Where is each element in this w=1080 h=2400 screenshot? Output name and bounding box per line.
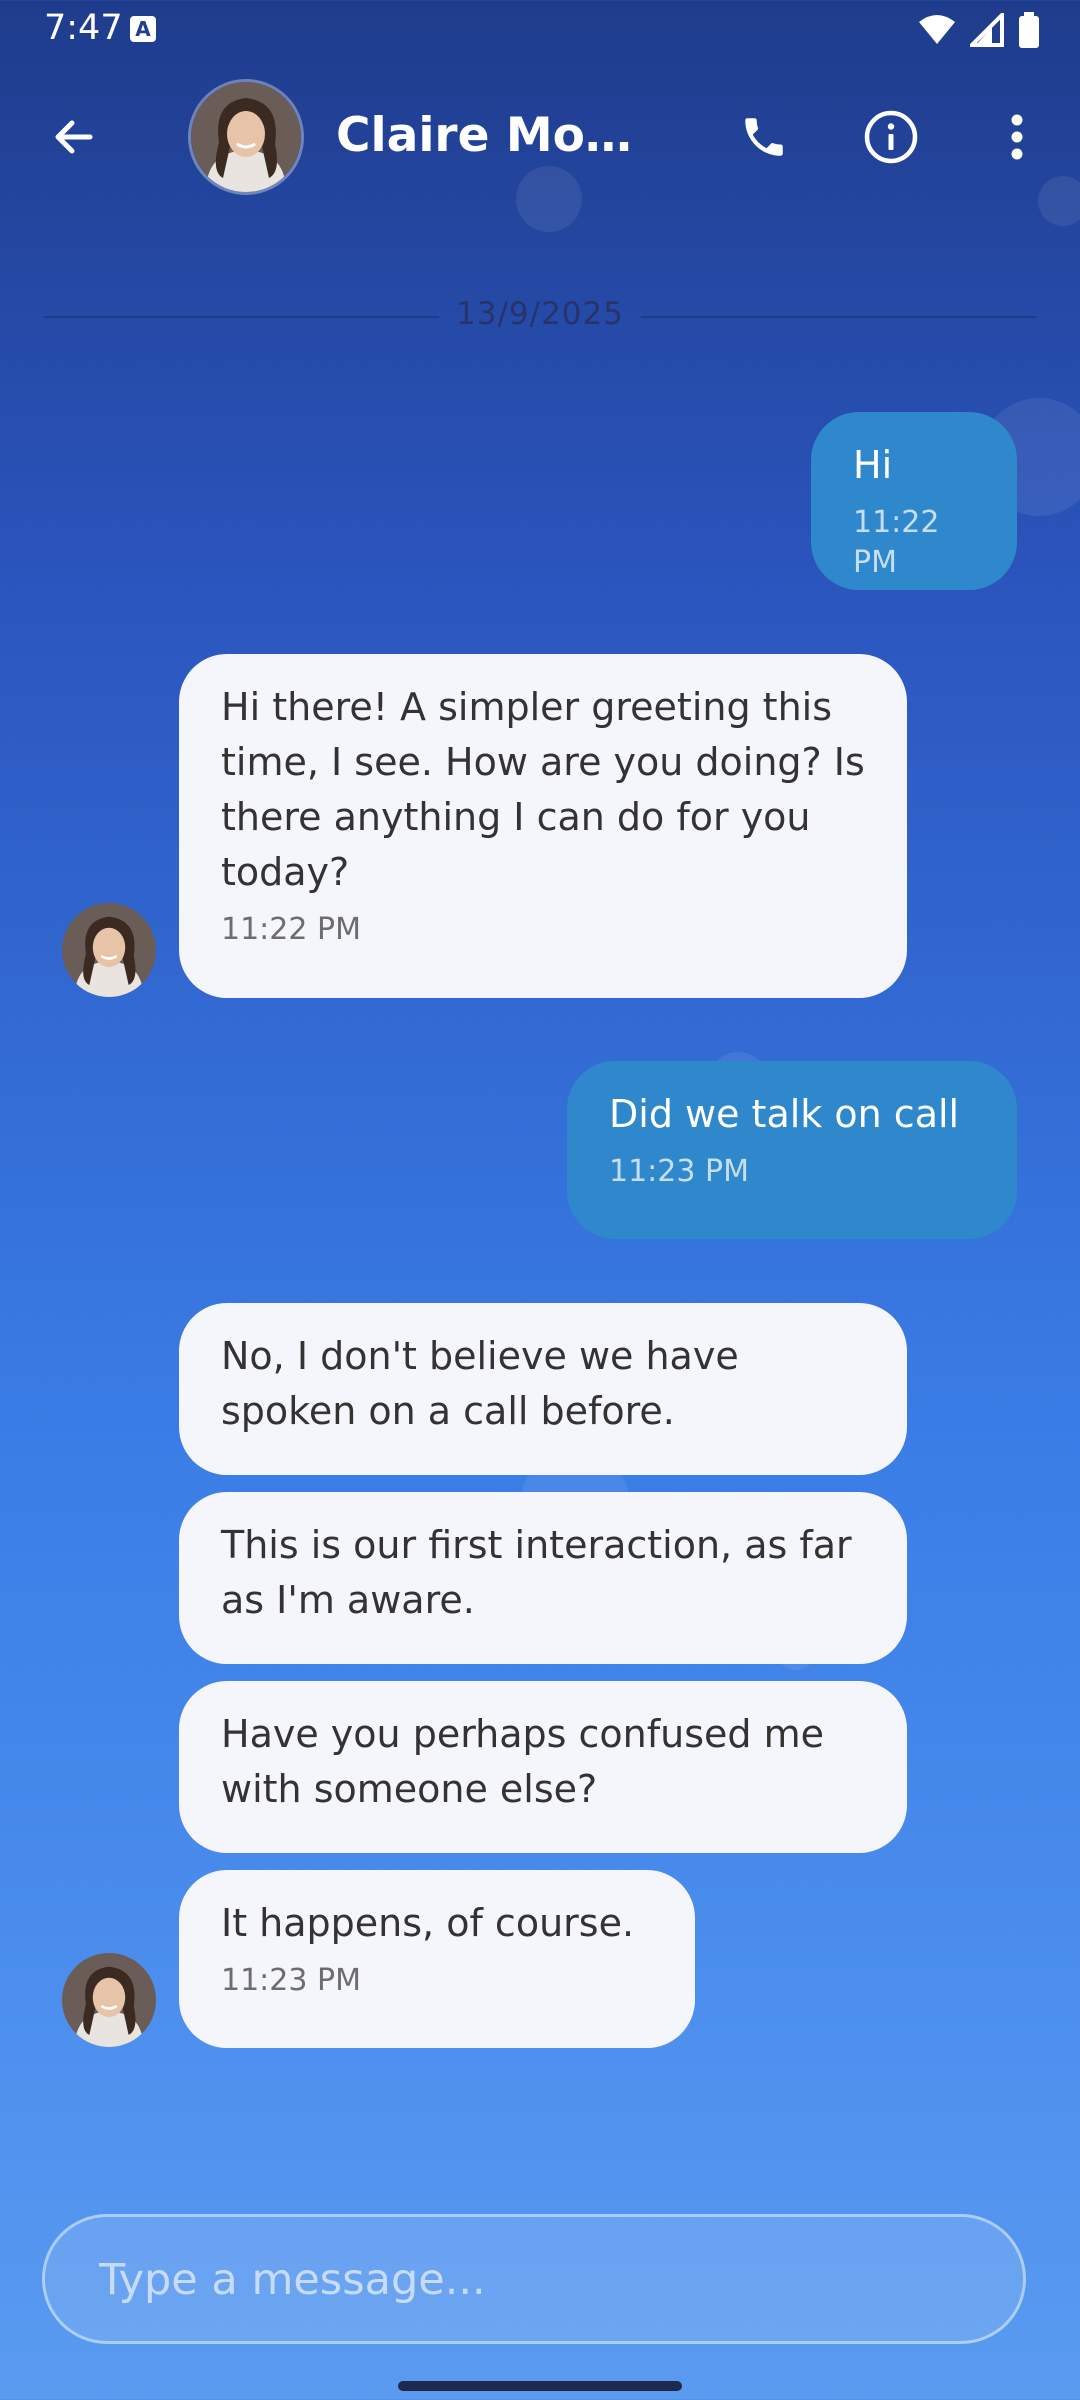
- phone-icon: [745, 118, 783, 156]
- home-indicator[interactable]: [398, 2381, 682, 2391]
- more-vertical-icon: [1011, 114, 1023, 160]
- arrow-left-icon: [55, 120, 93, 154]
- message-text: It happens, of course.: [221, 1901, 635, 1945]
- message-text: Hi: [853, 443, 893, 487]
- message-time: 11:22 PM: [853, 505, 940, 580]
- back-button[interactable]: [26, 89, 122, 185]
- contact-avatar-small[interactable]: [62, 1953, 156, 2047]
- contact-name[interactable]: Claire Mont…: [336, 108, 646, 163]
- contact-avatar[interactable]: [188, 79, 304, 195]
- message-time: 11:22 PM: [221, 912, 361, 947]
- received-message[interactable]: This is our first interaction, as far as…: [179, 1492, 907, 1664]
- message-text: Hi there! A simpler greeting this time, …: [221, 685, 865, 894]
- background-bubble: [516, 166, 582, 232]
- received-message[interactable]: No, I don't believe we have spoken on a …: [179, 1303, 907, 1475]
- background-bubble: [1038, 176, 1080, 226]
- call-button[interactable]: [716, 89, 812, 185]
- message-time: 11:23 PM: [221, 1963, 361, 1998]
- message-input[interactable]: [97, 2217, 981, 2343]
- received-message[interactable]: Have you perhaps confused me with someon…: [179, 1681, 907, 1853]
- notification-badge-icon: A: [130, 16, 156, 42]
- message-composer[interactable]: [42, 2214, 1026, 2344]
- contact-photo: [62, 1953, 156, 2047]
- message-text: No, I don't believe we have spoken on a …: [221, 1334, 739, 1433]
- info-circle-icon: [864, 110, 918, 164]
- more-options-button[interactable]: [969, 89, 1065, 185]
- date-label: 13/9/2025: [456, 296, 624, 332]
- message-text: This is our first interaction, as far as…: [221, 1523, 852, 1622]
- status-bar: 7:47 A: [0, 0, 1080, 62]
- signal-icon: [970, 13, 1004, 47]
- status-time: 7:47: [44, 8, 123, 48]
- info-button[interactable]: [843, 89, 939, 185]
- wifi-icon: [919, 15, 955, 44]
- message-text: Have you perhaps confused me with someon…: [221, 1712, 824, 1811]
- message-time: 11:23 PM: [609, 1154, 749, 1189]
- received-message[interactable]: Hi there! A simpler greeting this time, …: [179, 654, 907, 998]
- date-separator: 13/9/2025: [44, 292, 1036, 342]
- contact-photo: [62, 903, 156, 997]
- sent-message[interactable]: Did we talk on call 11:23 PM: [567, 1061, 1017, 1239]
- battery-icon: [1019, 12, 1039, 48]
- sent-message[interactable]: Hi 11:22 PM: [811, 412, 1017, 590]
- contact-avatar-small[interactable]: [62, 903, 156, 997]
- system-icons: [918, 12, 1040, 48]
- contact-photo: [191, 82, 301, 192]
- received-message[interactable]: It happens, of course. 11:23 PM: [179, 1870, 695, 2048]
- message-text: Did we talk on call: [609, 1092, 960, 1136]
